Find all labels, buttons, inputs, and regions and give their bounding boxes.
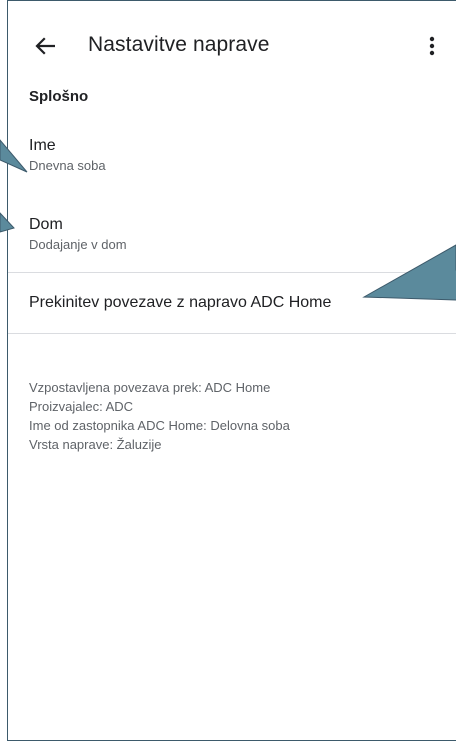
section-header-general: Splošno [29, 88, 89, 105]
setting-name-value: Dnevna soba [29, 158, 106, 173]
setting-home[interactable]: Dom Dodajanje v dom [29, 215, 127, 253]
back-button[interactable] [29, 30, 61, 62]
info-connected-via: Vzpostavljena povezava prek: ADC Home [29, 380, 271, 395]
info-agent-name: Ime od zastopnika ADC Home: Delovna soba [29, 418, 290, 433]
setting-name[interactable]: Ime Dnevna soba [29, 136, 106, 174]
more-vert-icon [429, 36, 435, 56]
arrow-back-icon [35, 37, 55, 55]
divider-top [8, 272, 456, 273]
info-device-type: Vrsta naprave: Žaluzije [29, 437, 162, 452]
setting-home-label: Dom [29, 216, 63, 233]
divider-bottom [8, 333, 456, 334]
page-title: Nastavitve naprave [88, 33, 270, 56]
setting-name-label: Ime [29, 137, 56, 154]
info-manufacturer: Proizvajalec: ADC [29, 399, 134, 414]
setting-home-value: Dodajanje v dom [29, 237, 127, 252]
device-info: Vzpostavljena povezava prek: ADC Home Pr… [29, 378, 290, 454]
app-bar: Nastavitve naprave [7, 0, 456, 92]
phone-frame [7, 0, 456, 741]
more-options-button[interactable] [420, 32, 444, 60]
disconnect-device-button[interactable]: Prekinitev povezave z napravo ADC Home [29, 294, 331, 312]
